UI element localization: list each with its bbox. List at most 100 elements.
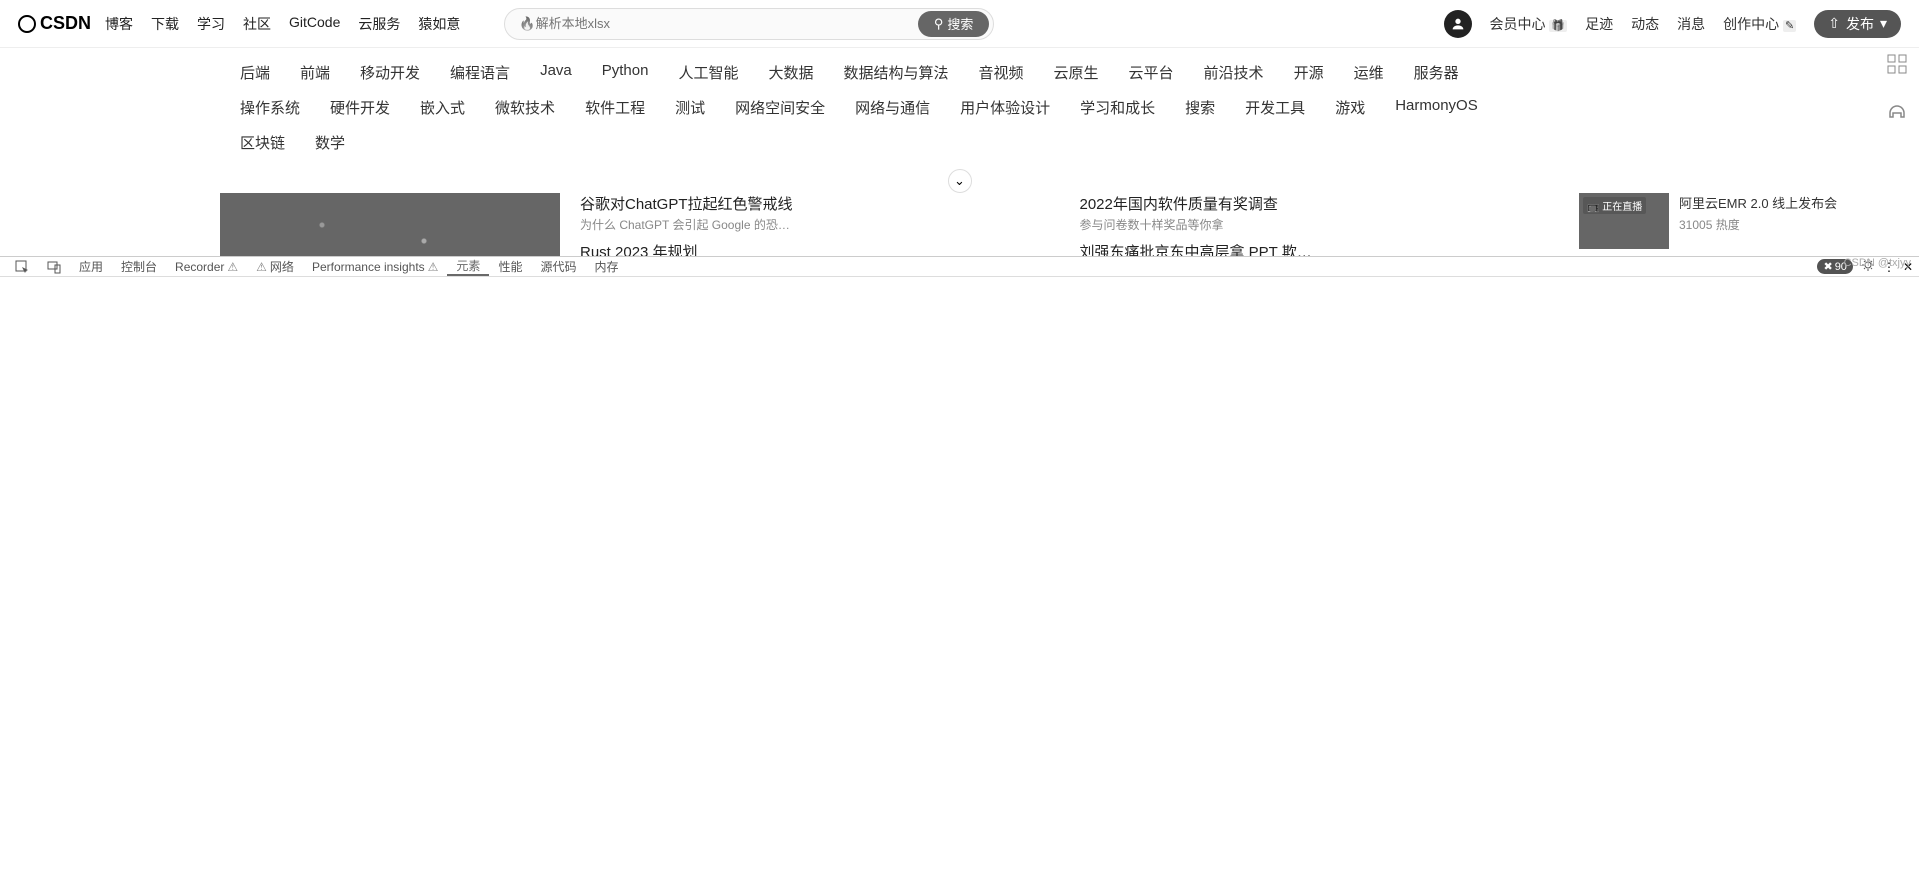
support-button[interactable] [1883,98,1911,126]
category-link[interactable]: 微软技术 [495,97,555,118]
upload-icon: ⇧ [1828,15,1840,32]
chevron-down-icon: ⌄ [954,173,965,189]
category-link[interactable]: 嵌入式 [420,97,465,118]
nav-community[interactable]: 社区 [243,14,271,34]
news-item[interactable]: 2022年国内软件质量有奖调查 参与问卷数十样奖品等你拿 [1080,193,1560,233]
dynamic-link[interactable]: 动态 [1631,14,1659,34]
category-link[interactable]: 云平台 [1129,62,1174,83]
user-nav: 会员中心 🎁 足迹 动态 消息 创作中心 ✎ ⇧ 发布 ▾ [1444,10,1901,38]
tab-perf-insights[interactable]: Performance insights ⚠ [303,257,447,276]
category-nav: 后端 前端 移动开发 编程语言 Java Python 人工智能 大数据 数据结构与算法 音视频 云… [0,48,1919,181]
create-badge-icon: ✎ [1783,20,1796,32]
promo-heat: 31005 热度 [1679,216,1837,233]
warning-icon: ⚠ [428,260,439,274]
category-link[interactable]: 硬件开发 [330,97,390,118]
news-title: 2022年国内软件质量有奖调查 [1080,193,1560,214]
category-link[interactable]: HarmonyOS [1395,97,1478,118]
category-row: 后端 前端 移动开发 编程语言 Java Python 人工智能 大数据 数据结构与算法 音视频 云… [240,62,1879,83]
category-link[interactable]: 操作系统 [240,97,300,118]
category-link[interactable]: 用户体验设计 [960,97,1050,118]
headset-icon [1886,101,1908,123]
category-link[interactable]: 人工智能 [678,62,738,83]
live-badge: 📺 正在直播 [1583,197,1646,214]
expand-categories-button[interactable]: ⌄ [948,169,972,193]
gift-icon: 🎁 [1549,20,1567,32]
device-button[interactable] [38,257,70,276]
search-box: 🔥 ⚲ 搜索 [504,8,994,40]
category-link[interactable]: 网络与通信 [855,97,930,118]
fire-icon: 🔥 [519,16,535,32]
category-link[interactable]: 搜索 [1185,97,1215,118]
promo-title: 阿里云EMR 2.0 线上发布会 [1679,193,1837,212]
category-link[interactable]: 云原生 [1054,62,1099,83]
tab-recorder[interactable]: Recorder ⚠ [166,257,247,276]
category-link[interactable]: 编程语言 [450,62,510,83]
avatar[interactable] [1444,10,1472,38]
devtools-tabs: 应用 控制台 Recorder ⚠ ⚠ 网络 Performance insig… [0,257,1919,277]
category-link[interactable]: 学习和成长 [1080,97,1155,118]
category-row: 操作系统 硬件开发 嵌入式 微软技术 软件工程 测试 网络空间安全 网络与通信 用户体验设计 学习… [240,97,1879,118]
device-icon [47,260,61,274]
logo-icon [18,15,36,33]
news-subtitle: 为什么 ChatGPT 会引起 Google 的恐… [580,216,1060,233]
tab-console[interactable]: 控制台 [112,257,166,276]
category-link[interactable]: 前端 [300,62,330,83]
chevron-down-icon: ▾ [1880,15,1887,32]
news-subtitle: 参与问卷数十样奖品等你拿 [1080,216,1560,233]
member-link[interactable]: 会员中心 🎁 [1490,14,1568,34]
nav-yuanruyi[interactable]: 猿如意 [418,14,460,34]
category-link[interactable]: 开发工具 [1245,97,1305,118]
create-link[interactable]: 创作中心 ✎ [1723,14,1796,34]
search-icon: ⚲ [934,16,944,32]
category-link[interactable]: 音视频 [979,62,1024,83]
warning-icon: ⚠ [227,260,238,274]
category-link[interactable]: 前沿技术 [1204,62,1264,83]
category-link[interactable]: 运维 [1354,62,1384,83]
category-link[interactable]: 后端 [240,62,270,83]
news-item[interactable]: 谷歌对ChatGPT拉起红色警戒线 为什么 ChatGPT 会引起 Google… [580,193,1060,233]
message-link[interactable]: 消息 [1677,14,1705,34]
search-label: 搜索 [947,14,973,33]
category-link[interactable]: 区块链 [240,132,285,153]
category-link[interactable]: 测试 [675,97,705,118]
tab-application[interactable]: 应用 [70,257,112,276]
category-link[interactable]: 服务器 [1414,62,1459,83]
category-row: 区块链 数学 [240,132,1879,153]
tab-network[interactable]: ⚠ 网络 [247,257,303,276]
category-link[interactable]: 数学 [315,132,345,153]
nav-learn[interactable]: 学习 [197,14,225,34]
inspect-button[interactable] [6,257,38,276]
nav-blog[interactable]: 博客 [105,14,133,34]
publish-label: 发布 [1846,14,1874,34]
footprint-link[interactable]: 足迹 [1585,14,1613,34]
devtools-panel: 应用 控制台 Recorder ⚠ ⚠ 网络 Performance insig… [0,256,1919,273]
category-link[interactable]: 数据结构与算法 [843,62,948,83]
tab-elements[interactable]: 元素 [447,257,489,276]
category-link[interactable]: Python [602,62,649,83]
tab-memory[interactable]: 内存 [585,257,627,276]
tab-sources[interactable]: 源代码 [531,257,585,276]
watermark: CSDN @txjyy [1844,257,1911,269]
logo-text: CSDN [40,13,91,34]
qrcode-button[interactable] [1883,50,1911,78]
category-link[interactable]: 网络空间安全 [735,97,825,118]
category-link[interactable]: Java [540,62,572,83]
qrcode-icon [1887,54,1907,74]
category-link[interactable]: 开源 [1294,62,1324,83]
publish-button[interactable]: ⇧ 发布 ▾ [1814,10,1901,38]
floating-toolbar [1883,50,1911,126]
search-button[interactable]: ⚲ 搜索 [918,11,990,37]
promo-thumbnail: 📺 正在直播 [1579,193,1669,249]
search-input[interactable] [536,16,918,31]
warning-icon: ⚠ [256,260,267,274]
category-link[interactable]: 大数据 [768,62,813,83]
site-logo[interactable]: CSDN [18,13,91,34]
user-icon [1450,16,1466,32]
category-link[interactable]: 软件工程 [585,97,645,118]
category-link[interactable]: 游戏 [1335,97,1365,118]
nav-cloud[interactable]: 云服务 [358,14,400,34]
tab-performance[interactable]: 性能 [489,257,531,276]
category-link[interactable]: 移动开发 [360,62,420,83]
nav-download[interactable]: 下载 [151,14,179,34]
nav-gitcode[interactable]: GitCode [289,14,340,34]
